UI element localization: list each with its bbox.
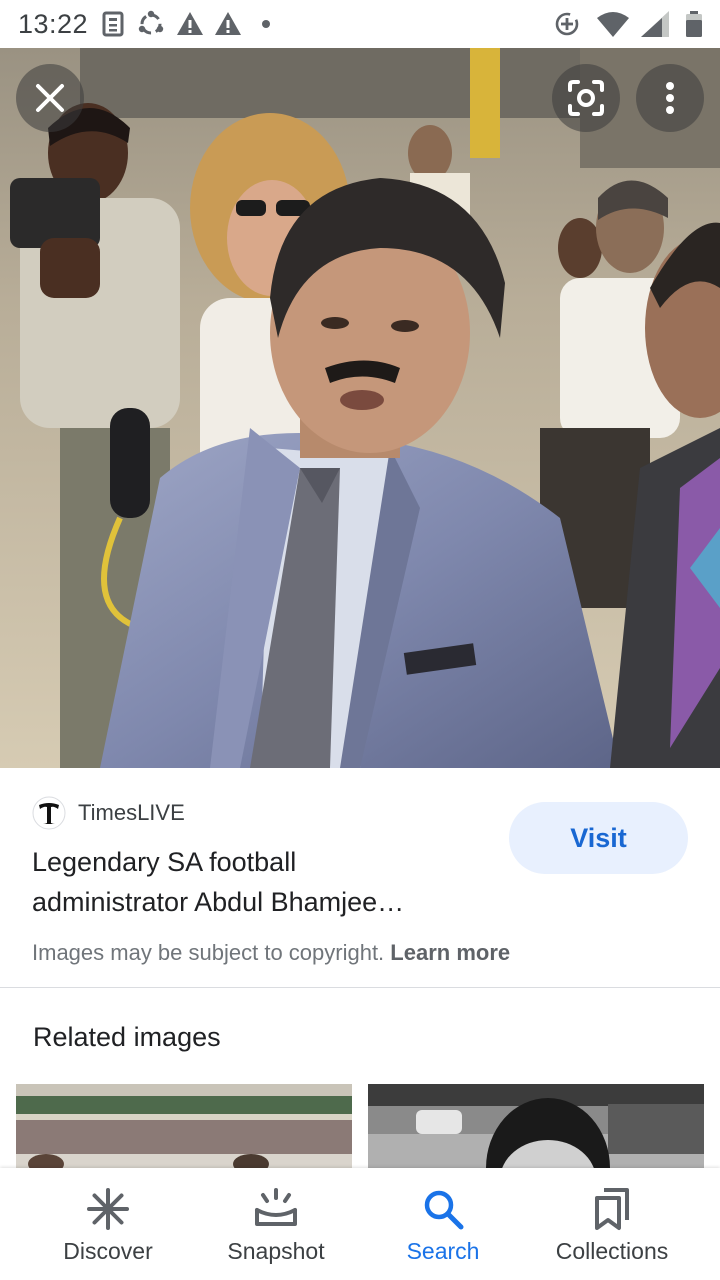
result-info-panel: TimesLIVE Legendary SA football administ… bbox=[0, 768, 720, 988]
related-images-heading: Related images bbox=[33, 1022, 221, 1052]
status-time: 13:22 bbox=[18, 9, 89, 39]
wifi-icon bbox=[597, 12, 629, 37]
result-title-line: administrator Abdul Bhamjee… bbox=[32, 887, 405, 917]
related-image-thumbnail[interactable] bbox=[16, 1084, 352, 1168]
source-name: TimesLIVE bbox=[78, 800, 185, 825]
nav-label: Collections bbox=[555, 1238, 669, 1264]
street-photo bbox=[368, 1084, 704, 1168]
nav-collections[interactable]: Collections bbox=[528, 1168, 696, 1280]
warning-icon bbox=[215, 12, 241, 35]
nav-label: Search bbox=[406, 1238, 480, 1264]
copyright-text: Images may be subject to copyright. bbox=[32, 940, 385, 965]
more-options-button[interactable] bbox=[636, 64, 704, 132]
nav-label: Snapshot bbox=[227, 1238, 325, 1264]
close-icon bbox=[36, 84, 64, 112]
close-button[interactable] bbox=[16, 64, 84, 132]
nav-snapshot[interactable]: Snapshot bbox=[192, 1168, 360, 1280]
status-bar: 13:22 bbox=[0, 0, 720, 48]
bottom-navigation: Discover Snapshot Search Collections bbox=[0, 1168, 720, 1280]
google-lens-button[interactable] bbox=[552, 64, 620, 132]
visit-button[interactable]: Visit bbox=[509, 802, 688, 874]
more-vert-icon bbox=[666, 82, 674, 114]
warning-icon bbox=[177, 12, 203, 35]
result-image[interactable] bbox=[0, 48, 720, 768]
related-image-thumbnail[interactable] bbox=[368, 1084, 704, 1168]
sync-icon bbox=[138, 10, 164, 35]
notification-dot-icon bbox=[262, 20, 270, 28]
bookmarks-icon bbox=[595, 1188, 629, 1230]
nav-discover[interactable]: Discover bbox=[24, 1168, 192, 1280]
stadium-photo bbox=[16, 1084, 352, 1168]
snapshot-icon bbox=[255, 1188, 297, 1226]
timeslive-logo-icon bbox=[32, 796, 66, 830]
google-lens-icon bbox=[568, 80, 604, 116]
nav-search[interactable]: Search bbox=[359, 1168, 527, 1280]
copyright-notice: Images may be subject to copyright. Lear… bbox=[32, 940, 510, 966]
nav-label: Discover bbox=[63, 1238, 153, 1264]
learn-more-link[interactable]: Learn more bbox=[390, 940, 510, 965]
news-photo bbox=[0, 48, 720, 768]
asterisk-icon bbox=[87, 1188, 129, 1230]
data-saver-icon bbox=[555, 12, 579, 36]
signal-icon bbox=[641, 11, 669, 37]
result-title-line: Legendary SA football bbox=[32, 847, 297, 877]
news-icon bbox=[102, 11, 124, 37]
battery-icon bbox=[686, 11, 702, 37]
search-icon bbox=[424, 1190, 464, 1230]
result-title[interactable]: Legendary SA football administrator Abdu… bbox=[32, 842, 472, 922]
